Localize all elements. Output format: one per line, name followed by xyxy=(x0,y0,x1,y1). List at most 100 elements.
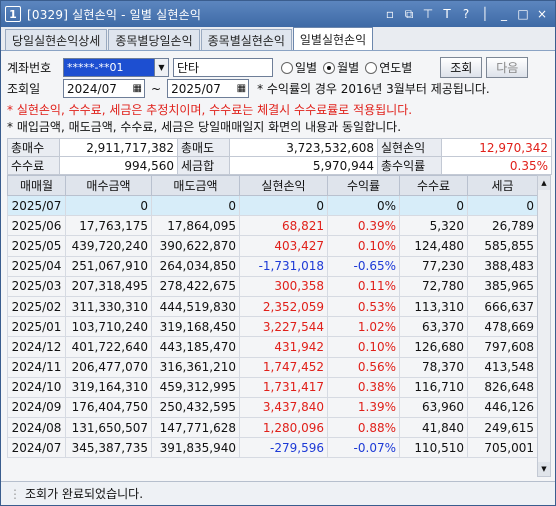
tab-stock-daily[interactable]: 종목별당일손익 xyxy=(108,29,200,50)
return-note: * 수익률의 경우 2016년 3월부터 제공됩니다. xyxy=(257,82,490,96)
table-row[interactable]: 2025/03 207,318,495 278,422,675 300,358 0.11… xyxy=(7,275,538,297)
date-from-field[interactable]: 2024/07 ▦ xyxy=(63,79,145,98)
next-button[interactable]: 다음 xyxy=(486,57,529,78)
radio-monthly[interactable]: 월별 xyxy=(323,59,359,76)
header-col-month[interactable]: 매매월 xyxy=(7,175,66,196)
maximize-icon[interactable]: □ xyxy=(514,5,532,23)
return-label: 총수익률 xyxy=(377,156,442,175)
cell-col-buy: 103,710,240 xyxy=(65,316,152,338)
calendar-icon[interactable]: ▦ xyxy=(237,83,246,94)
query-button[interactable]: 조회 xyxy=(440,57,483,78)
header-col-realized[interactable]: 실현손익 xyxy=(239,175,328,196)
cell-col-buy: 17,763,175 xyxy=(65,215,152,237)
cell-col-sell: 444,519,830 xyxy=(151,295,240,318)
table-row[interactable]: 2024/09 176,404,750 250,432,595 3,437,840 1.… xyxy=(7,396,538,419)
vertical-scrollbar[interactable]: ▲ ▼ xyxy=(537,175,551,477)
table-row[interactable]: 2025/06 17,763,175 17,864,095 68,821 0.39% 5,… xyxy=(7,215,538,237)
cell-col-fee: 116,710 xyxy=(399,376,468,398)
buy-total-value: 2,911,717,382 xyxy=(59,138,178,157)
cell-col-tax: 705,001 xyxy=(467,437,538,459)
radio-yearly-circle[interactable] xyxy=(365,61,378,74)
scroll-down-icon[interactable]: ▼ xyxy=(538,462,550,476)
tab-daily-realized[interactable]: 일별실현손익 xyxy=(292,27,374,50)
table-row[interactable]: 2024/10 319,164,310 459,312,995 1,731,417 0.… xyxy=(7,376,538,398)
separator-icon: │ xyxy=(481,7,489,21)
header-col-sell[interactable]: 매도금액 xyxy=(151,175,240,196)
table-row[interactable]: 2025/02 311,330,310 444,519,830 2,352,059 0.… xyxy=(7,295,538,318)
cell-col-sell: 459,312,995 xyxy=(151,376,240,398)
header-col-buy[interactable]: 매수금액 xyxy=(65,175,152,196)
table-row[interactable]: 2025/07 0 0 0 0% 0 0 xyxy=(7,194,538,217)
table-row[interactable]: 2025/04 251,067,910 264,034,850 -1,731,018-… xyxy=(7,255,538,277)
window-title: [0329] 실현손익 - 일별 실현손익 xyxy=(27,7,202,22)
cell-col-month: 2025/03 xyxy=(7,275,66,297)
cell-col-tax: 388,483 xyxy=(467,255,538,277)
note-same-as-journal: * 매입금액, 매도금액, 수수료, 세금은 당일매매일지 화면의 내용과 동일… xyxy=(7,120,402,134)
date-from-value: 2024/07 xyxy=(67,81,117,96)
cell-col-tax: 666,637 xyxy=(467,295,538,318)
table-row[interactable]: 2024/08 131,650,507 147,771,628 1,280,096 0.… xyxy=(7,417,538,439)
header-col-fee[interactable]: 수수료 xyxy=(399,175,468,196)
account-name-field[interactable]: 단타 xyxy=(173,58,273,77)
cell-col-fee: 77,230 xyxy=(399,255,468,277)
tab-stock-realized[interactable]: 종목별실현손익 xyxy=(200,29,292,50)
cell-col-tax: 385,965 xyxy=(467,275,538,297)
close-icon[interactable]: × xyxy=(533,5,551,23)
cell-col-buy: 345,387,735 xyxy=(65,437,152,459)
account-row: 계좌번호 *****-**01 ▼ 단타 일별 월별 연도별 조회 다음 xyxy=(7,57,529,78)
date-to-field[interactable]: 2025/07 ▦ xyxy=(167,79,250,98)
tab-daily-detail[interactable]: 당일실현손익상세 xyxy=(5,29,108,50)
radio-daily-circle[interactable] xyxy=(281,61,293,74)
cell-col-fee: 41,840 xyxy=(399,417,468,439)
cell-col-month: 2025/06 xyxy=(7,215,66,237)
account-select[interactable]: *****-**01 xyxy=(63,58,155,77)
cell-col-sell: 17,864,095 xyxy=(151,215,240,237)
radio-daily[interactable]: 일별 xyxy=(281,59,317,76)
copy-icon[interactable]: ⧉ xyxy=(400,5,418,23)
radio-monthly-circle[interactable] xyxy=(323,61,336,74)
cell-col-realized: 403,427 xyxy=(239,235,328,257)
tax-value: 5,970,944 xyxy=(229,156,378,175)
table-row[interactable]: 2024/12 401,722,640 443,185,470 431,942 0.10… xyxy=(7,336,538,358)
cell-col-tax: 446,126 xyxy=(467,396,538,419)
cell-col-buy: 401,722,640 xyxy=(65,336,152,358)
cell-col-buy: 207,318,495 xyxy=(65,275,152,297)
header-col-tax[interactable]: 세금 xyxy=(467,175,538,196)
cell-col-tax: 413,548 xyxy=(467,356,538,378)
font-icon[interactable]: T xyxy=(438,5,456,23)
help-icon[interactable]: ? xyxy=(457,5,475,23)
cell-col-return: -0.65% xyxy=(327,255,400,277)
minimize-icon[interactable]: _ xyxy=(495,5,513,23)
cell-col-fee: 63,370 xyxy=(399,316,468,338)
cell-col-return: 0.56% xyxy=(327,356,400,378)
cell-col-fee: 110,510 xyxy=(399,437,468,459)
table-row[interactable]: 2025/01 103,710,240 319,168,450 3,227,544 1.… xyxy=(7,316,538,338)
cell-col-buy: 251,067,910 xyxy=(65,255,152,277)
cell-col-return: 0.10% xyxy=(327,235,400,257)
cell-col-month: 2024/07 xyxy=(7,437,66,459)
radio-yearly[interactable]: 연도별 xyxy=(365,59,412,76)
table-row[interactable]: 2024/07 345,387,735 391,835,940 -279,596 -0.… xyxy=(7,437,538,459)
pin-icon[interactable]: ⊤ xyxy=(419,5,437,23)
cell-col-tax: 26,789 xyxy=(467,215,538,237)
date-to-value: 2025/07 xyxy=(171,81,221,96)
cell-col-realized: 3,437,840 xyxy=(239,396,328,419)
table-row[interactable]: 2024/11 206,477,070 316,361,210 1,747,452 0.… xyxy=(7,356,538,378)
chevron-down-icon[interactable]: ▼ xyxy=(155,58,169,77)
date-label: 조회일 xyxy=(7,82,41,96)
cell-col-fee: 78,370 xyxy=(399,356,468,378)
cell-col-realized: 3,227,544 xyxy=(239,316,328,338)
tab-bar: 당일실현손익상세 종목별당일손익 종목별실현손익 일별실현손익 xyxy=(1,27,555,51)
cell-col-sell: 278,422,675 xyxy=(151,275,240,297)
cell-col-fee: 0 xyxy=(399,194,468,217)
cell-col-buy: 206,477,070 xyxy=(65,356,152,378)
status-bar: ⋮ 조회가 완료되었습니다. xyxy=(1,481,555,505)
cell-col-fee: 5,320 xyxy=(399,215,468,237)
header-col-return[interactable]: 수익률 xyxy=(327,175,400,196)
table-row[interactable]: 2025/05 439,720,240 390,622,870 403,427 0.10… xyxy=(7,235,538,257)
calendar-icon[interactable]: ▦ xyxy=(133,83,142,94)
scroll-up-icon[interactable]: ▲ xyxy=(538,176,550,190)
cell-col-sell: 0 xyxy=(151,194,240,217)
link-icon[interactable]: ▫ xyxy=(381,5,399,23)
cell-col-realized: 300,358 xyxy=(239,275,328,297)
